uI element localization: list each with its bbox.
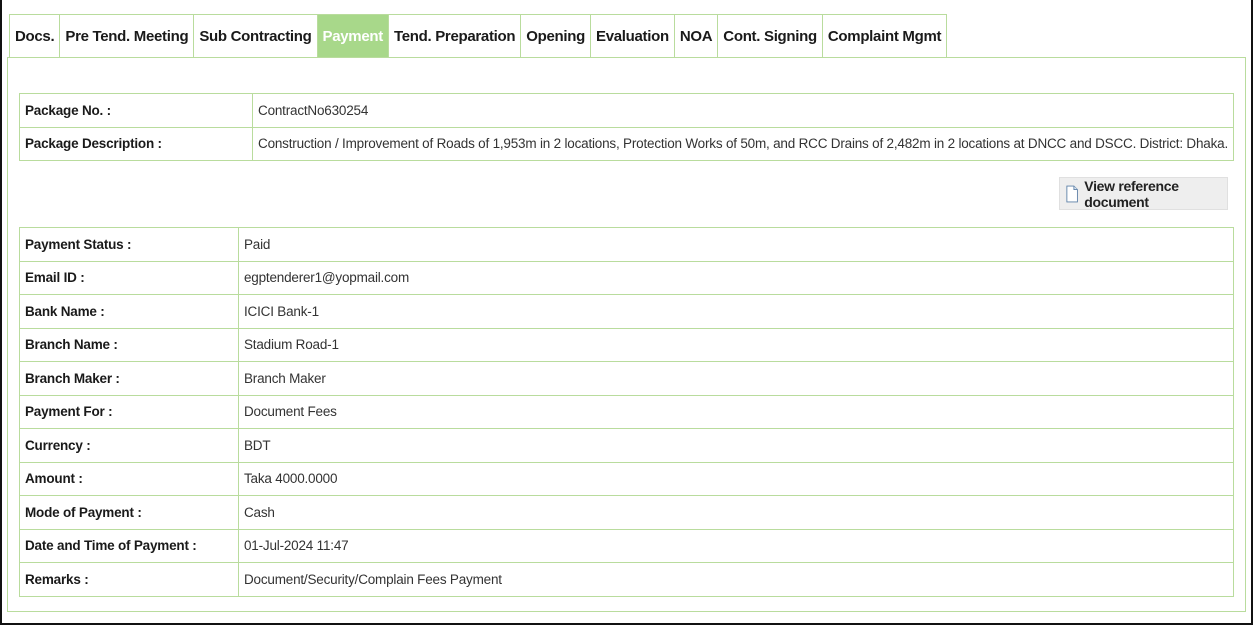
currency-label: Currency : (19, 428, 239, 463)
view-reference-document-button[interactable]: View reference document (1059, 177, 1228, 210)
payment-details-table: Payment Status : Paid Email ID : egptend… (19, 227, 1234, 597)
amount-label: Amount : (19, 461, 239, 496)
payment-for-value: Document Fees (238, 394, 1234, 429)
tab-docs[interactable]: Docs. (10, 15, 61, 57)
payment-for-label: Payment For : (19, 394, 239, 429)
payment-datetime-label: Date and Time of Payment : (19, 528, 239, 563)
tab-noa[interactable]: NOA (674, 15, 719, 57)
tab-evaluation[interactable]: Evaluation (591, 15, 675, 57)
table-row: Currency : BDT (19, 428, 1234, 463)
package-description-label: Package Description : (18, 126, 254, 161)
table-row: Branch Name : Stadium Road-1 (19, 327, 1234, 362)
payment-datetime-value: 01-Jul-2024 11:47 (238, 528, 1234, 563)
remarks-label: Remarks : (19, 562, 239, 597)
mode-of-payment-value: Cash (238, 495, 1234, 530)
package-description-value: Construction / Improvement of Roads of 1… (252, 126, 1234, 161)
payment-status-label: Payment Status : (19, 227, 239, 262)
remarks-value: Document/Security/Complain Fees Payment (238, 562, 1234, 597)
mode-of-payment-label: Mode of Payment : (19, 495, 239, 530)
table-row: Branch Maker : Branch Maker (19, 361, 1234, 396)
tab-complaint-mgmt[interactable]: Complaint Mgmt (822, 15, 947, 57)
table-row: Amount : Taka 4000.0000 (19, 461, 1234, 496)
tab-tender-preparation[interactable]: Tend. Preparation (388, 15, 522, 57)
table-row: Package No. : ContractNo630254 (18, 93, 1234, 128)
package-info-table: Package No. : ContractNo630254 Package D… (18, 93, 1234, 161)
table-row: Date and Time of Payment : 01-Jul-2024 1… (19, 528, 1234, 563)
document-icon (1066, 185, 1078, 202)
package-no-value: ContractNo630254 (252, 93, 1234, 128)
branch-name-label: Branch Name : (19, 327, 239, 362)
branch-maker-label: Branch Maker : (19, 361, 239, 396)
table-row: Payment Status : Paid (19, 227, 1234, 262)
table-row: Payment For : Document Fees (19, 394, 1234, 429)
table-row: Bank Name : ICICI Bank-1 (19, 294, 1234, 329)
branch-name-value: Stadium Road-1 (238, 327, 1234, 362)
email-id-value: egptenderer1@yopmail.com (238, 260, 1234, 295)
branch-maker-value: Branch Maker (238, 361, 1234, 396)
tab-sub-contracting[interactable]: Sub Contracting (194, 15, 318, 57)
payment-status-value: Paid (238, 227, 1234, 262)
tab-contract-signing[interactable]: Cont. Signing (718, 15, 823, 57)
tab-bar: Docs. Pre Tend. Meeting Sub Contracting … (9, 14, 948, 57)
table-row: Package Description : Construction / Imp… (18, 126, 1234, 161)
bank-name-label: Bank Name : (19, 294, 239, 329)
tab-payment[interactable]: Payment (317, 15, 389, 57)
table-row: Email ID : egptenderer1@yopmail.com (19, 260, 1234, 295)
table-row: Remarks : Document/Security/Complain Fee… (19, 562, 1234, 597)
amount-value: Taka 4000.0000 (238, 461, 1234, 496)
email-id-label: Email ID : (19, 260, 239, 295)
currency-value: BDT (238, 428, 1234, 463)
bank-name-value: ICICI Bank-1 (238, 294, 1234, 329)
tab-pre-tender-meeting[interactable]: Pre Tend. Meeting (60, 15, 195, 57)
table-row: Mode of Payment : Cash (19, 495, 1234, 530)
package-no-label: Package No. : (18, 93, 254, 128)
view-reference-document-label: View reference document (1084, 177, 1179, 210)
tab-opening[interactable]: Opening (521, 15, 591, 57)
